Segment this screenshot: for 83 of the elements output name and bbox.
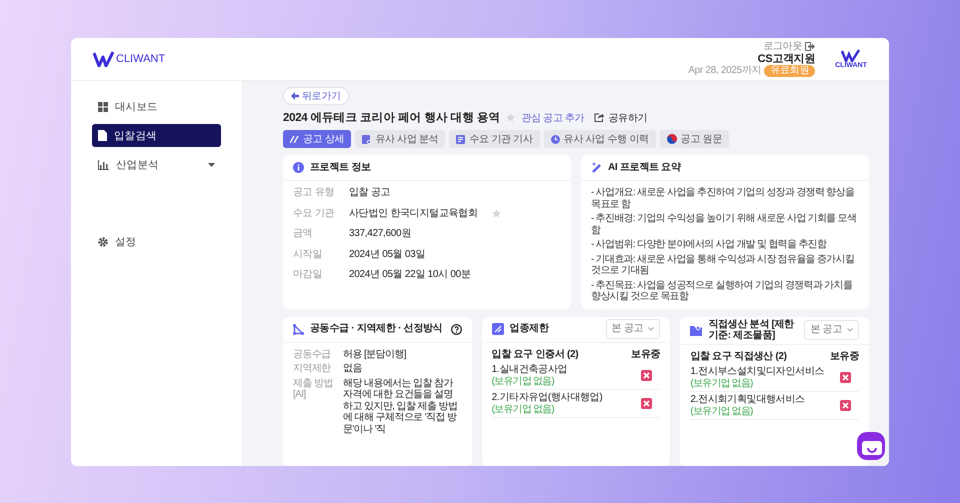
item-note: (보유기업 없음) [492,376,555,387]
field-value: 337,427,600원 [349,228,412,240]
item-note: (보유기업 없음) [690,378,754,389]
tab[interactable]: 유사 사업 수행 이력 [544,130,656,148]
field-value: 사단법인 한국디지털교육협회 [349,208,478,219]
sidebar-item[interactable]: 입찰검색 [92,124,221,147]
list-heading: 입찰 요구 직접생산 (2) [690,350,787,362]
logout-link[interactable]: 로그아웃 [763,41,802,53]
logo-icon [93,51,114,67]
tab[interactable]: 유사 사업 분석 [355,130,446,148]
filter-dropdown[interactable]: 본 공고 [804,320,859,340]
field-label: 금액 [293,228,314,240]
chat-button[interactable] [857,432,885,460]
tab[interactable]: 공고 원문 [660,130,729,148]
summary-line: - 추진배경: 기업의 수익성을 높이기 위해 새로운 사업 기회를 모색함 [591,213,858,236]
star-icon[interactable] [506,113,516,122]
caret-icon [208,162,215,166]
summary-line: - 추진목표: 사업을 성공적으로 실행하여 기업의 경쟁력과 가치를 향상시킬 것으로 목표함 [591,280,854,302]
filter-dropdown[interactable]: 본 공고 [606,319,660,339]
item-name: 2.기타자유업(행사대행업) [492,392,604,404]
triangle-icon [293,324,304,334]
card-title: 직접생산 분석 [제한 기준: 제조물품] [708,318,795,342]
field-label: 제출 방법 [AI] [293,378,334,400]
share-button[interactable]: 공유하기 [594,110,648,124]
clipboard-icon [362,134,372,144]
folder-user-icon [690,324,702,336]
item-name: 1.실내건축공사업 [492,364,568,376]
card-title: AI 프로젝트 요약 [608,162,681,174]
dashboard-icon [98,102,108,112]
bar-chart-icon [98,160,109,170]
card-title: 업종제한 [510,323,548,335]
star-icon[interactable] [492,208,501,218]
column-heading: 보유중 [631,348,660,360]
expiry-date: Apr 28, 2025까지 [688,65,762,77]
logo-text: CLIWANT [116,53,166,65]
item-note: (보유기업 없음) [492,404,555,415]
share-icon [594,113,604,122]
settings-icon [98,236,108,246]
field-value: 허용 [분담이행] [343,348,407,360]
sidebar-item[interactable]: 산업분석 [92,153,221,176]
sidebar-item[interactable]: 대시보드 [92,95,221,118]
card-title: 공동수급 · 지역제한 · 선정방식 [310,323,442,335]
arrow-left-icon [291,92,299,100]
summary-line: - 사업개요: 새로운 사업을 추진하여 기업의 성장과 경쟁력 향상을 목표로 함 [591,187,856,210]
page-title: 2024 에듀테크 코리아 페어 행사 대행 용역 [283,111,500,125]
field-label: 공동수급 [293,348,332,360]
tab[interactable]: 수요 기관 기사 [449,130,540,148]
info-icon [293,162,304,173]
newspaper-icon [456,134,466,144]
chevron-icon [648,327,654,331]
field-label: 수요 기관 [293,208,336,219]
member-badge: 유료회원 [764,65,816,77]
card-title: 프로젝트 정보 [310,162,371,174]
chevron-icon [847,328,853,332]
item-name: 1.전시부스설치및디자인서비스 [690,366,826,378]
field-value: 없음 [343,363,363,374]
field-label: 시작일 [293,248,324,260]
field-value: 해당 내용에서는 입찰 참가 자격에 대한 요건들을 설명하고 있지만, 입찰 제출 방법에 대해 구체적으로 '직접 방문'이나 '직 [343,378,458,435]
item-note: (보유기업 없음) [690,406,754,417]
summary-line: - 기대효과: 새로운 사업을 통해 수익성과 시장 점유율을 증가시킬 것으로 기대됨 [591,254,856,276]
back-button[interactable]: 뒤로가기 [283,87,349,105]
field-label: 공고 유형 [293,187,336,198]
tab[interactable]: 공고 상세 [283,130,352,148]
user-name: CS고객지원 [758,52,816,66]
list-heading: 입찰 요구 인증서 (2) [492,348,578,360]
help-icon[interactable] [450,324,462,334]
sidebar-item[interactable]: 설정 [92,230,221,253]
badge-icon [492,323,504,335]
item-name: 2.전시회기획및대행서비스 [690,394,806,406]
column-heading: 보유중 [830,350,859,362]
slash-icon [290,136,299,142]
summary-line: - 사업범위: 다양한 분야에서의 사업 개발 및 협력을 추진함 [591,239,828,250]
sparkle-icon [591,162,602,173]
field-value: 입찰 공고 [349,187,390,198]
field-label: 마감일 [293,269,324,280]
clock-icon [550,134,560,144]
emblem-icon [666,134,677,144]
document-icon [98,130,107,141]
field-value: 2024년 05월 22일 10시 00분 [349,269,471,280]
field-value: 2024년 05월 03일 [349,248,426,260]
field-label: 지역제한 [293,363,332,374]
favorite-link[interactable]: 관심 공고 추가 [521,110,584,124]
logout-icon[interactable] [805,42,816,52]
